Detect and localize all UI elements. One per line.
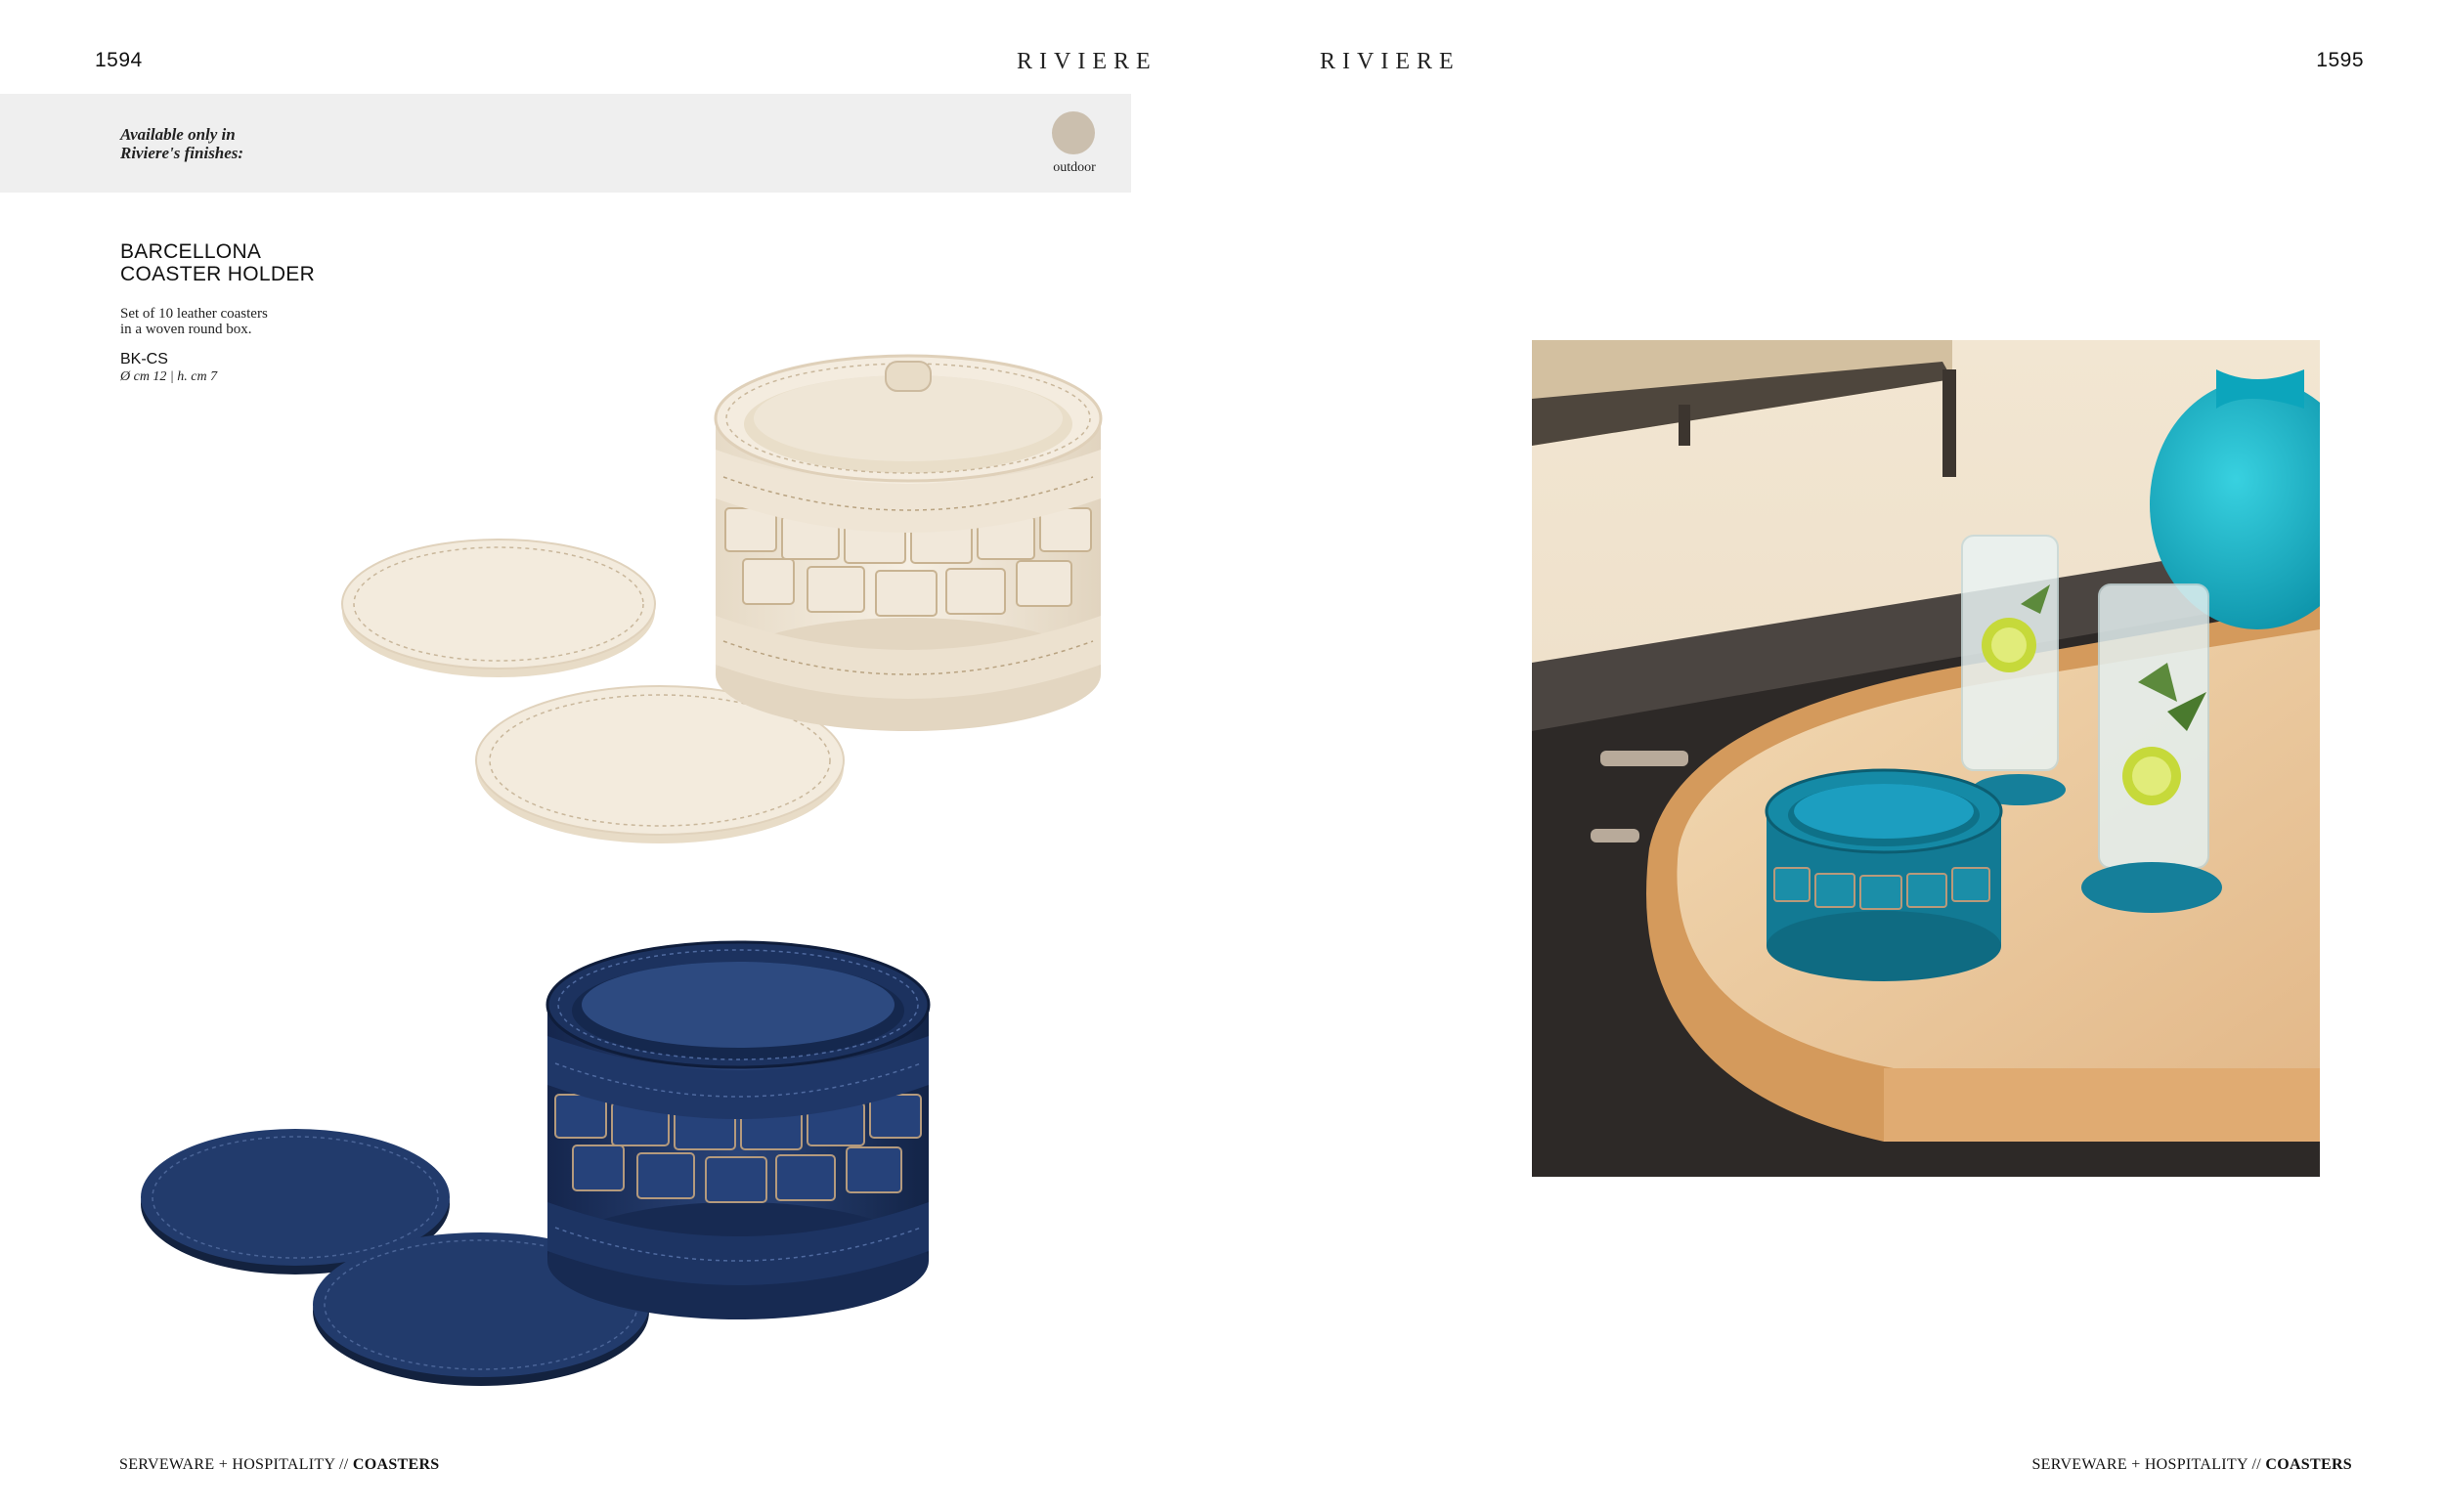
left-page: 1594 RIVIERE Available only in Riviere's… — [0, 0, 1222, 1512]
footer-category: COASTERS — [352, 1456, 440, 1473]
product-dimensions: Ø cm 12 | h. cm 7 — [120, 369, 218, 384]
cream-coaster-holder-image — [341, 354, 1103, 843]
footer-category: COASTERS — [2265, 1456, 2352, 1473]
product-title: BARCELLONA COASTER HOLDER — [120, 240, 315, 285]
footer-section: SERVEWARE + HOSPITALITY // COASTERS — [2031, 1456, 2352, 1474]
footer-section-label: SERVEWARE + HOSPITALITY // — [2031, 1456, 2266, 1473]
lifestyle-photo — [1532, 340, 2320, 1177]
finish-swatch-label: outdoor — [1053, 160, 1096, 175]
product-description-line2: in a woven round box. — [120, 322, 252, 337]
product-description-line1: Set of 10 leather coasters — [120, 306, 268, 322]
finishes-intro-line2: Riviere's finishes: — [120, 144, 244, 162]
lifestyle-photo-illustration — [1532, 340, 2320, 1177]
page-number: 1595 — [2316, 49, 2364, 71]
page-number: 1594 — [95, 49, 143, 71]
finish-swatch-outdoor[interactable] — [1052, 111, 1095, 154]
product-code: BK-CS — [120, 351, 168, 367]
finishes-intro-line1: Available only in — [120, 125, 236, 144]
navy-coaster-holder-image — [141, 940, 931, 1386]
product-description: Set of 10 leather coasters in a woven ro… — [120, 306, 268, 337]
footer-section: SERVEWARE + HOSPITALITY // COASTERS — [119, 1456, 440, 1474]
brand-logo: RIVIERE — [1320, 49, 1461, 74]
product-title-line1: BARCELLONA — [120, 240, 262, 263]
brand-logo: RIVIERE — [1017, 49, 1157, 74]
right-page: RIVIERE 1595 SERVEWARE + HOSPITALITY // … — [1222, 0, 2444, 1512]
product-title-line2: COASTER HOLDER — [120, 263, 316, 285]
teal-coaster-holder — [1765, 768, 2003, 981]
glass-right — [2098, 583, 2209, 869]
finishes-intro: Available only in Riviere's finishes: — [120, 125, 243, 162]
glass-left — [1961, 535, 2059, 771]
footer-section-label: SERVEWARE + HOSPITALITY // — [119, 1456, 353, 1473]
finishes-band: Available only in Riviere's finishes: ou… — [0, 94, 1131, 193]
